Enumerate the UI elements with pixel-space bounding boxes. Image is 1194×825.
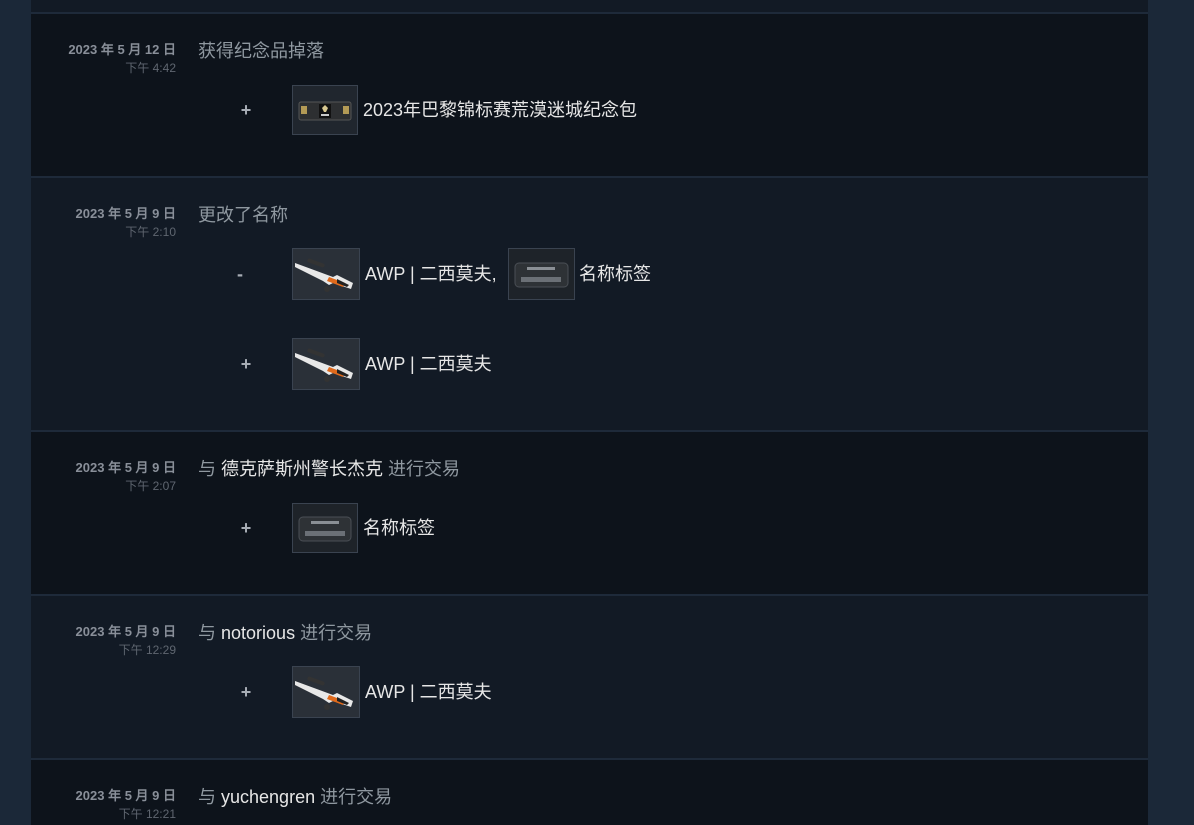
history-row: 2023 年 5 月 12 日 下午 4:42 获得纪念品掉落 + 2023年巴…	[31, 12, 1148, 176]
history-row: 2023 年 5 月 9 日 下午 12:29 与 notorious 进行交易…	[31, 594, 1148, 758]
inventory-history-panel: 2023 年 5 月 12 日 下午 4:42 获得纪念品掉落 + 2023年巴…	[31, 0, 1148, 825]
history-action: 获得纪念品掉落	[198, 41, 324, 61]
history-date: 2023 年 5 月 12 日	[68, 42, 176, 57]
trade-suffix: 进行交易	[320, 787, 393, 807]
trade-suffix: 进行交易	[300, 623, 373, 643]
history-date: 2023 年 5 月 9 日	[75, 624, 176, 639]
history-timestamp: 2023 年 5 月 9 日 下午 12:21	[31, 787, 176, 823]
history-date: 2023 年 5 月 9 日	[75, 206, 176, 221]
history-time: 下午 12:29	[118, 643, 176, 657]
trade-partner-link[interactable]: notorious	[221, 623, 295, 643]
item-name[interactable]: AWP | 二西莫夫	[365, 338, 492, 390]
history-timestamp: 2023 年 5 月 9 日 下午 2:10	[31, 205, 176, 241]
item-name[interactable]: 2023年巴黎锦标赛荒漠迷城纪念包	[363, 84, 637, 136]
history-time: 下午 4:42	[125, 61, 176, 75]
right-gutter	[1148, 0, 1194, 825]
name-tag-icon[interactable]	[292, 503, 358, 553]
history-time: 下午 12:21	[118, 807, 176, 821]
awp-rifle-icon[interactable]	[292, 248, 360, 300]
trade-partner-link[interactable]: yuchengren	[221, 787, 315, 807]
trade-suffix: 进行交易	[388, 459, 461, 479]
history-description: 更改了名称	[198, 203, 288, 227]
history-description: 获得纪念品掉落	[198, 39, 324, 63]
trade-prefix: 与	[198, 787, 216, 807]
item-name[interactable]: 名称标签	[363, 502, 435, 554]
removed-sign: -	[237, 264, 243, 284]
history-description: 与 yuchengren 进行交易	[198, 785, 392, 809]
awp-rifle-icon[interactable]	[292, 338, 360, 390]
history-timestamp: 2023 年 5 月 9 日 下午 2:07	[31, 459, 176, 495]
history-timestamp: 2023 年 5 月 12 日 下午 4:42	[31, 41, 176, 77]
history-row: 2023 年 5 月 9 日 下午 12:21 与 yuchengren 进行交…	[31, 758, 1148, 825]
history-date: 2023 年 5 月 9 日	[75, 460, 176, 475]
souvenir-package-icon[interactable]	[292, 85, 358, 135]
history-description: 与 德克萨斯州警长杰克 进行交易	[198, 457, 460, 481]
awp-rifle-icon[interactable]	[292, 666, 360, 718]
added-sign: +	[240, 682, 252, 702]
item-name[interactable]: AWP | 二西莫夫,	[365, 248, 497, 300]
history-row: 2023 年 5 月 9 日 下午 2:07 与 德克萨斯州警长杰克 进行交易 …	[31, 430, 1148, 594]
trade-partner-link[interactable]: 德克萨斯州警长杰克	[221, 459, 383, 479]
added-sign: +	[240, 518, 252, 538]
trade-prefix: 与	[198, 623, 216, 643]
item-name[interactable]: AWP | 二西莫夫	[365, 666, 492, 718]
item-name[interactable]: 名称标签	[579, 248, 651, 300]
name-tag-icon[interactable]	[508, 248, 575, 300]
history-time: 下午 2:10	[125, 225, 176, 239]
history-timestamp: 2023 年 5 月 9 日 下午 12:29	[31, 623, 176, 659]
trade-prefix: 与	[198, 459, 216, 479]
history-action: 更改了名称	[198, 205, 288, 225]
left-gutter	[0, 0, 31, 825]
history-description: 与 notorious 进行交易	[198, 621, 372, 645]
added-sign: +	[240, 354, 252, 374]
history-date: 2023 年 5 月 9 日	[75, 788, 176, 803]
history-time: 下午 2:07	[125, 479, 176, 493]
added-sign: +	[240, 100, 252, 120]
history-row: 2023 年 5 月 9 日 下午 2:10 更改了名称 - AWP | 二西莫…	[31, 176, 1148, 430]
